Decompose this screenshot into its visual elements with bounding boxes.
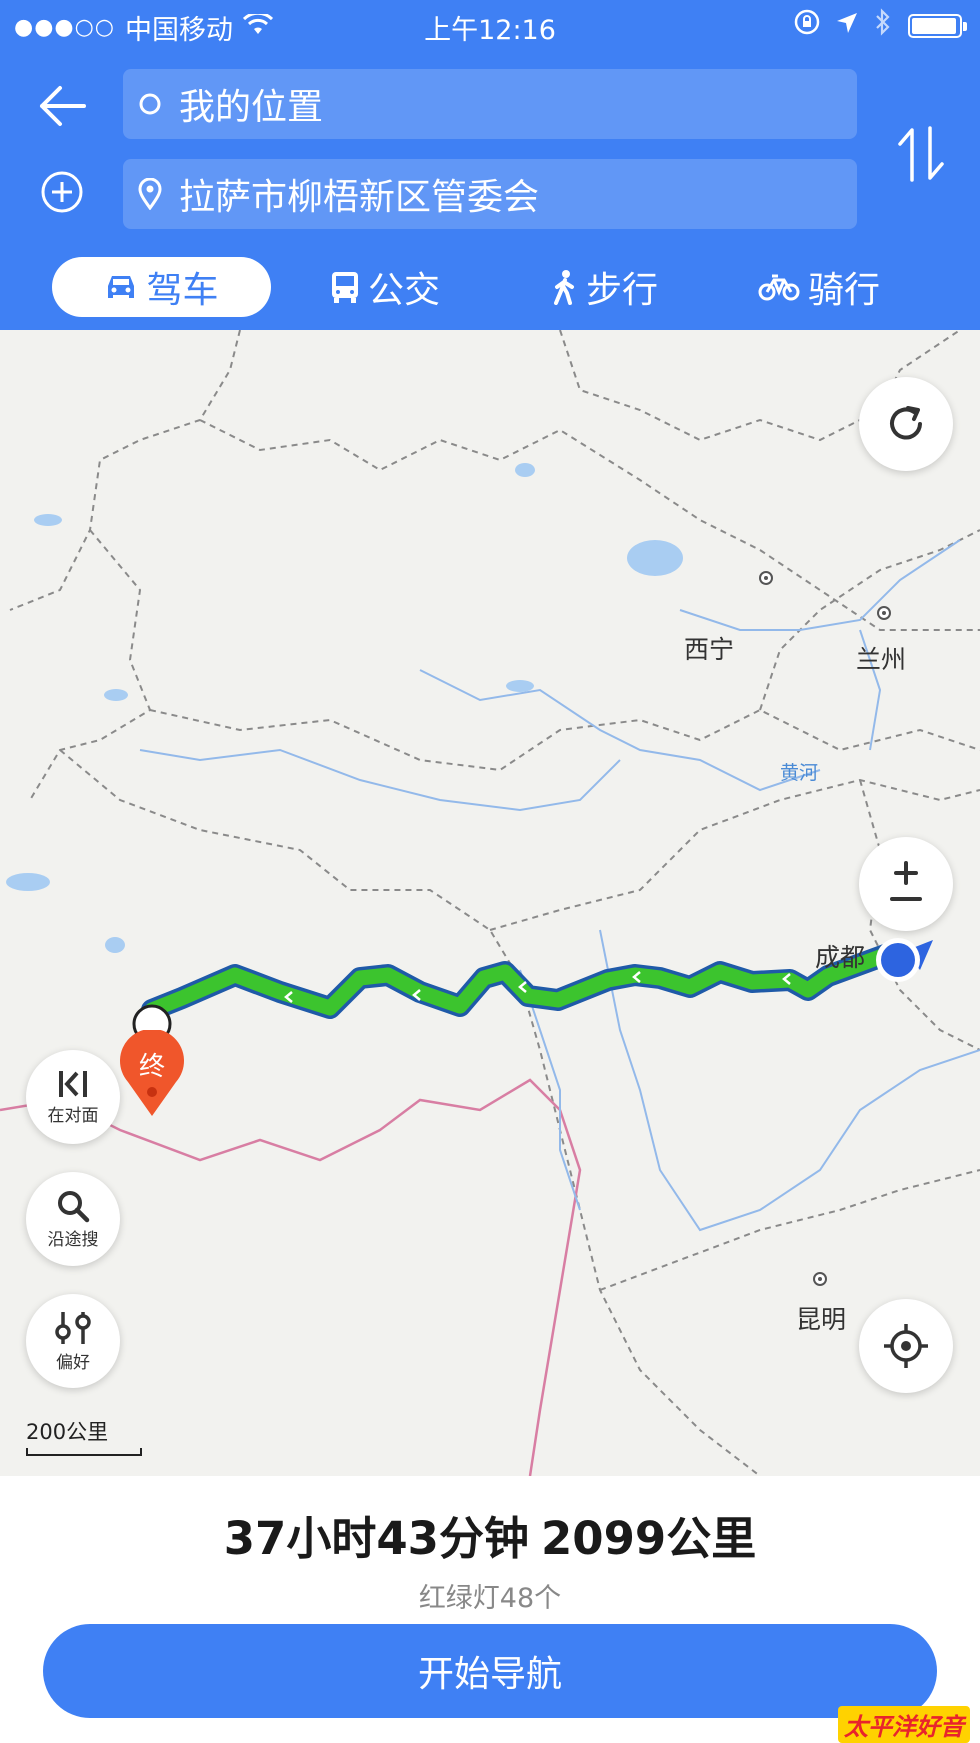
current-location-dot [881, 943, 915, 977]
walk-icon [553, 270, 574, 305]
city-label-xining: 西宁 [684, 635, 735, 664]
tab-walk[interactable]: 步行 [540, 257, 670, 317]
map-scale: 200公里 [26, 1416, 142, 1456]
tab-bus[interactable]: 公交 [320, 257, 450, 317]
plus-minus-icon [890, 861, 922, 901]
locate-me-button[interactable] [859, 1299, 953, 1393]
plus-circle-icon [41, 171, 83, 213]
end-marker-label: 终 [138, 1052, 165, 1082]
search-icon [58, 1190, 90, 1222]
zoom-button[interactable] [859, 837, 953, 931]
location-arrow-icon [836, 10, 858, 41]
route-distance: 2099公里 [541, 1512, 757, 1565]
origin-input[interactable]: 我的位置 [123, 69, 857, 139]
destination-text: 拉萨市柳梧新区管委会 [179, 177, 540, 218]
swap-arrows-icon [898, 126, 944, 182]
rivers [139, 539, 980, 1232]
map-scale-bar [26, 1448, 142, 1456]
travel-mode-tabs: 驾车 公交 步行 骑行 [0, 257, 980, 317]
car-icon [108, 276, 135, 298]
tab-drive-label: 驾车 [146, 270, 219, 311]
sliders-icon [55, 1311, 91, 1344]
tab-bike-label: 骑行 [807, 270, 880, 311]
city-dots [759, 571, 891, 1286]
origin-text: 我的位置 [179, 87, 324, 128]
origin-dot-icon [135, 89, 165, 119]
location-pin-icon [135, 178, 165, 210]
jump-back-icon [59, 1070, 87, 1097]
map-scale-label: 200公里 [26, 1420, 109, 1444]
tab-bus-label: 公交 [367, 270, 440, 311]
traffic-lights-count: 红绿灯48个 [418, 1583, 562, 1614]
tab-walk-label: 步行 [585, 270, 658, 311]
route-duration: 37小时43分钟 [223, 1512, 529, 1565]
back-button[interactable] [34, 78, 90, 134]
search-along-label: 沿途搜 [47, 1229, 99, 1250]
refresh-icon [890, 406, 922, 440]
refresh-button[interactable] [859, 377, 953, 471]
opposite-side-button[interactable]: 在对面 [26, 1050, 120, 1144]
river-label-huanghe: 黄河 [780, 762, 819, 784]
preference-label: 偏好 [56, 1352, 90, 1373]
city-label-kunming: 昆明 [796, 1305, 847, 1334]
status-bar: ●●●○○ 中国移动 上午12:16 [0, 0, 980, 48]
tab-bike[interactable]: 骑行 [754, 257, 884, 317]
city-label-lanzhou: 兰州 [856, 645, 907, 674]
bike-icon [758, 274, 800, 301]
search-along-button[interactable]: 沿途搜 [26, 1172, 120, 1266]
destination-marker[interactable]: 终 [118, 1028, 186, 1120]
opposite-side-label: 在对面 [47, 1105, 99, 1126]
arrow-left-icon [40, 86, 86, 126]
preference-button[interactable]: 偏好 [26, 1294, 120, 1388]
city-label-chengdu: 成都 [815, 943, 866, 972]
route-summary-panel: 37小时43分钟 2099公里 红绿灯48个 开始导航 太平洋好音 [0, 1476, 980, 1743]
add-waypoint-button[interactable] [38, 168, 86, 216]
bluetooth-icon [874, 8, 892, 43]
lakes [6, 463, 683, 953]
watermark-logo: 太平洋好音 [838, 1706, 970, 1743]
map-view[interactable]: 西宁 兰州 黄河 成都 拉萨 昆明 终 在对面 沿途搜 偏好 200公里 [0, 330, 980, 1476]
battery-icon [908, 13, 967, 38]
crosshair-icon [884, 1324, 928, 1368]
bus-icon [331, 272, 358, 303]
start-navigation-button[interactable]: 开始导航 [43, 1624, 937, 1718]
destination-input[interactable]: 拉萨市柳梧新区管委会 [123, 159, 857, 229]
tab-drive[interactable]: 驾车 [52, 257, 271, 317]
top-bar: ●●●○○ 中国移动 上午12:16 我的位置 拉萨市柳梧新区管委会 驾车 公交… [0, 0, 980, 330]
rotation-lock-icon [794, 9, 820, 42]
swap-route-button[interactable] [894, 124, 948, 184]
route-summary: 37小时43分钟 2099公里 [0, 1502, 980, 1567]
